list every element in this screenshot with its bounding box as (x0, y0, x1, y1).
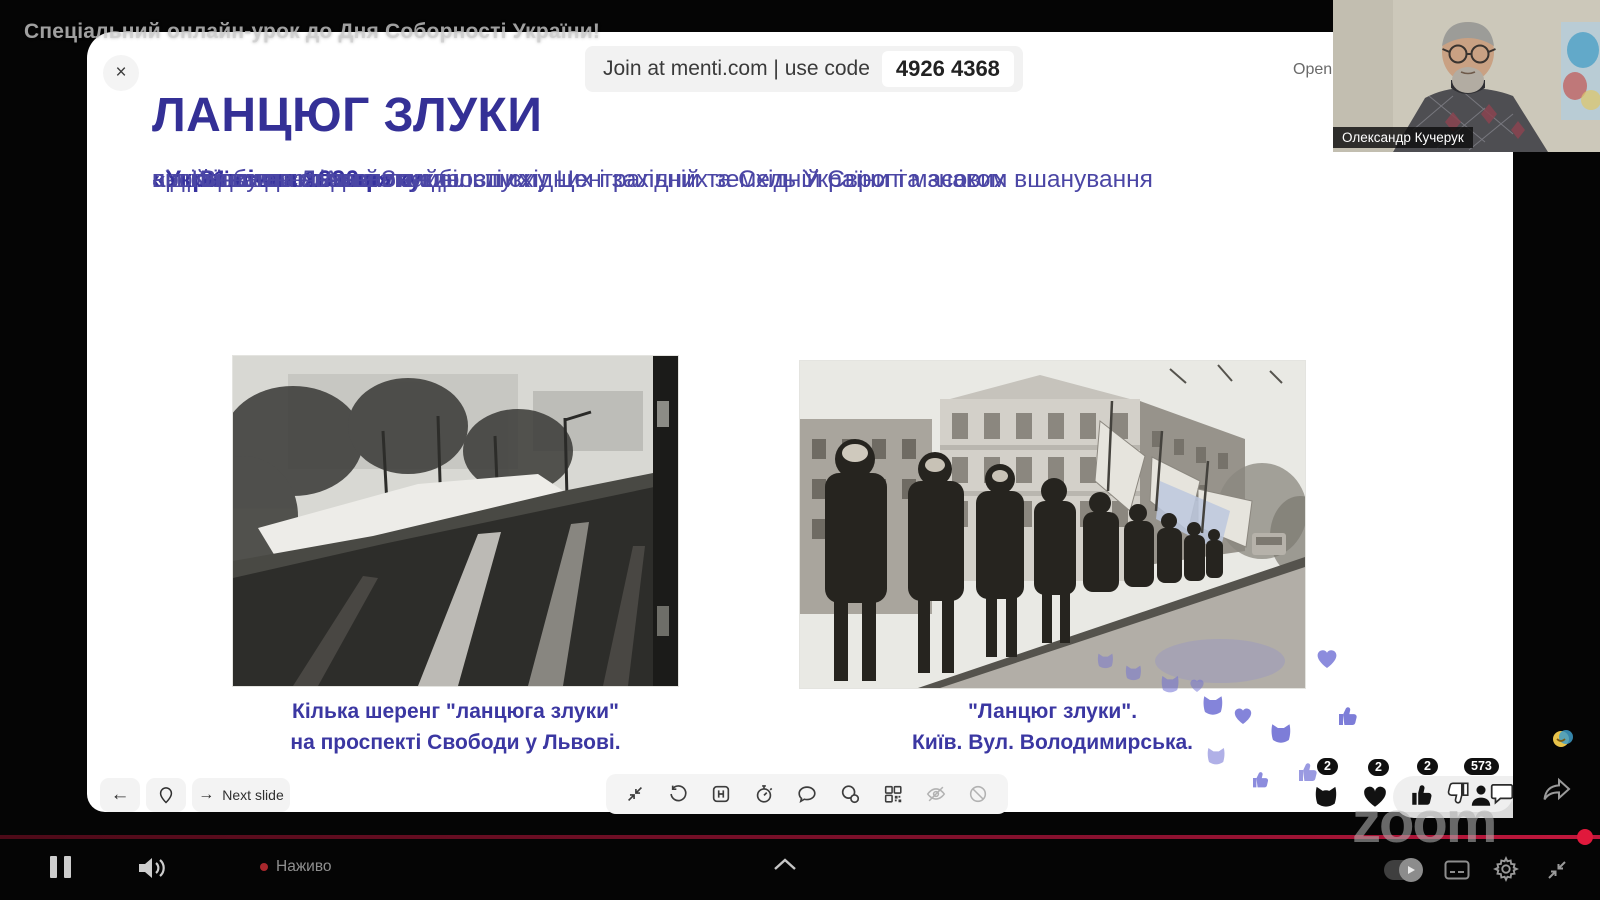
floating-emoji (1551, 726, 1575, 750)
reactions-button[interactable] (837, 781, 863, 807)
collapse-button[interactable] (622, 781, 648, 807)
next-arrow-icon: → (198, 786, 214, 804)
caption-lviv-line2: на проспекті Свободи у Львові. (233, 727, 678, 758)
next-slide-button[interactable]: → Next slide (192, 778, 290, 812)
photo-kyiv-chain (800, 361, 1305, 688)
mentimeter-slide: × Join at menti.com | use code 4926 4368… (87, 32, 1513, 812)
block-button[interactable] (965, 781, 991, 807)
heart-count-badge: 2 (1368, 759, 1389, 776)
caption-kyiv-line2: Київ. Вул. Володимирська. (800, 727, 1305, 758)
collapse-icon (624, 783, 646, 805)
restart-icon (667, 783, 689, 805)
autoplay-toggle[interactable] (1384, 860, 1422, 880)
timer-button[interactable] (751, 781, 777, 807)
block-icon (967, 783, 989, 805)
pause-bar (50, 856, 57, 878)
play-icon (1406, 865, 1416, 875)
menti-join-text: Join at menti.com | use code (603, 57, 870, 81)
caption-lviv-line1: Кілька шеренг "ланцюга злуки" (233, 696, 678, 727)
pause-bar (64, 856, 71, 878)
pointer-pin-icon (156, 785, 176, 805)
share-button[interactable] (1541, 776, 1573, 806)
menti-join-bar: Join at menti.com | use code 4926 4368 (585, 46, 1023, 92)
progress-scrubber[interactable] (1577, 829, 1593, 845)
live-dot-icon (260, 863, 268, 871)
attendee-count-badge: 573 (1464, 758, 1499, 775)
live-indicator: Наживо (260, 858, 332, 876)
next-slide-label: Next slide (222, 787, 283, 803)
reactions-icon (839, 783, 861, 805)
restart-button[interactable] (665, 781, 691, 807)
hide-eye-button[interactable] (923, 781, 949, 807)
presentation-toolbar (606, 774, 1008, 814)
menti-code: 4926 4368 (882, 51, 1014, 87)
zoom-video-stage: Спеціальний онлайн-урок до Дня Соборност… (0, 0, 1600, 900)
thumbs-up-count-badge: 2 (1417, 758, 1438, 775)
close-button[interactable]: × (103, 55, 139, 91)
settings-button[interactable] (1492, 855, 1520, 883)
cat-reaction-button[interactable] (1313, 782, 1339, 808)
toggle-knob (1399, 858, 1423, 882)
exit-fullscreen-button[interactable] (1544, 858, 1570, 882)
comment-icon (796, 783, 818, 805)
previous-slide-button[interactable]: ← (100, 778, 140, 812)
hide-result-button[interactable] (708, 781, 734, 807)
volume-button[interactable] (136, 854, 170, 882)
webcam-panel: Олександр Кучерук (1333, 0, 1600, 152)
timer-icon (753, 783, 775, 805)
qr-code-icon (882, 783, 904, 805)
caption-kyiv-line1: "Ланцюг злуки". (800, 696, 1305, 727)
caption-lviv: Кілька шеренг "ланцюга злуки" на проспек… (233, 696, 678, 758)
pause-button[interactable] (50, 856, 71, 878)
cat-count-badge: 2 (1317, 758, 1338, 775)
captions-button[interactable] (1444, 860, 1470, 880)
zoom-watermark: zoom (1352, 794, 1495, 852)
qr-code-button[interactable] (880, 781, 906, 807)
back-arrow-icon: ← (111, 784, 130, 806)
hide-result-icon (710, 783, 732, 805)
video-title: Спеціальний онлайн-урок до Дня Соборност… (24, 20, 600, 44)
slide-title: ЛАНЦЮГ ЗЛУКИ (152, 88, 542, 143)
live-label: Наживо (276, 858, 332, 876)
chevron-up-button[interactable] (772, 856, 798, 872)
comments-button[interactable] (794, 781, 820, 807)
pointer-button[interactable] (146, 778, 186, 812)
caption-kyiv: "Ланцюг злуки". Київ. Вул. Володимирська… (800, 696, 1305, 758)
eye-slash-icon (925, 783, 947, 805)
body-text-5: проголошення Акта Злуки. (152, 158, 454, 201)
participant-name-tag: Олександр Кучерук (1333, 127, 1473, 148)
photo-lviv-chain (233, 356, 678, 686)
